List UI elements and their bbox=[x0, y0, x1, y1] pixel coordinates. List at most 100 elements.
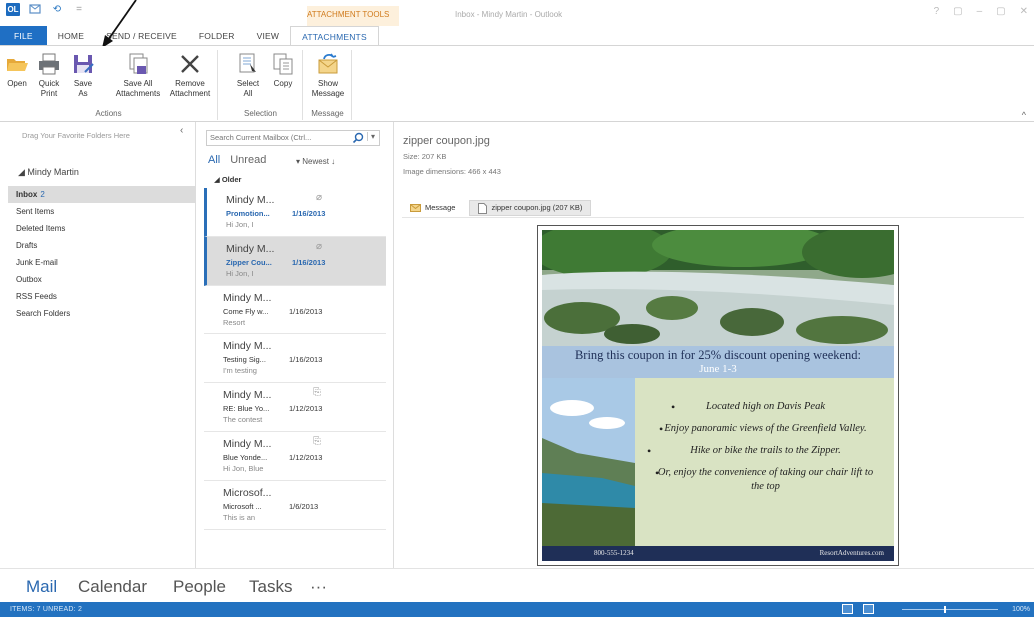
message-subject: Promotion... bbox=[226, 209, 270, 218]
nav-mail[interactable]: Mail bbox=[26, 577, 57, 597]
message-item[interactable]: Microsof... Microsoft ... 1/6/2013 This … bbox=[204, 481, 386, 530]
open-button[interactable]: Open bbox=[4, 50, 30, 89]
view-switcher bbox=[842, 604, 874, 614]
folder-drafts[interactable]: Drafts bbox=[8, 237, 196, 254]
send-receive-qat-icon[interactable] bbox=[28, 3, 42, 16]
navigation-bar: Mail Calendar People Tasks ··· bbox=[0, 568, 1034, 602]
zoom-slider[interactable] bbox=[902, 609, 998, 610]
message-sender: Mindy M... bbox=[223, 340, 272, 353]
message-preview: Resort bbox=[223, 317, 246, 327]
folder-search-folders[interactable]: Search Folders bbox=[8, 305, 196, 322]
tab-file[interactable]: FILE bbox=[0, 26, 47, 46]
nav-more-button[interactable]: ··· bbox=[310, 577, 327, 597]
message-preview: I'm testing bbox=[223, 366, 257, 376]
close-button[interactable]: ✕ bbox=[1020, 6, 1028, 17]
save-as-button[interactable]: Save As bbox=[68, 50, 98, 99]
filter-all[interactable]: All bbox=[208, 154, 220, 166]
normal-view-icon[interactable] bbox=[842, 604, 853, 614]
folder-inbox[interactable]: Inbox 2 bbox=[8, 186, 196, 203]
message-subject: Come Fly w... bbox=[223, 306, 269, 316]
folder-rss-feeds[interactable]: RSS Feeds bbox=[8, 288, 196, 305]
remove-attachment-button[interactable]: Remove Attachment bbox=[166, 50, 214, 99]
ribbon-display-button[interactable]: ▢ bbox=[953, 6, 962, 17]
message-item[interactable]: Mindy M... ⎘ Blue Yonde... 1/12/2013 Hi … bbox=[204, 432, 386, 481]
message-item-selected[interactable]: Mindy M... ⌀ Zipper Cou... 1/16/2013 Hi … bbox=[204, 236, 386, 286]
help-button[interactable]: ? bbox=[934, 6, 940, 17]
group-label-actions: Actions bbox=[95, 109, 122, 118]
filter-unread[interactable]: Unread bbox=[230, 154, 266, 166]
message-item[interactable]: Mindy M... ⎘ RE: Blue Yo... 1/12/2013 Th… bbox=[204, 383, 386, 432]
sort-newest[interactable]: ▾ Newest ↓ bbox=[296, 157, 335, 166]
folder-deleted-items[interactable]: Deleted Items bbox=[8, 220, 196, 237]
title-bar: OL ⟲ = ATTACHMENT TOOLS Inbox - Mindy Ma… bbox=[0, 0, 1034, 26]
lake-photo bbox=[542, 378, 635, 546]
feature-item: Located high on Davis Peak bbox=[653, 400, 878, 414]
attachment-filename: zipper coupon.jpg bbox=[403, 135, 490, 147]
river-photo bbox=[542, 230, 894, 346]
group-selection: Select All Copy Selection bbox=[219, 50, 303, 120]
select-all-button[interactable]: Select All bbox=[233, 50, 263, 99]
feature-item: Or, enjoy the convenience of taking our … bbox=[653, 466, 878, 494]
save-all-attachments-button[interactable]: Save All Attachments bbox=[114, 50, 162, 99]
customize-qat-icon[interactable]: = bbox=[72, 3, 86, 16]
minimize-button[interactable]: – bbox=[977, 6, 983, 17]
tab-home[interactable]: HOME bbox=[47, 26, 95, 46]
feature-item: Hike or bike the trails to the Zipper. bbox=[647, 444, 878, 458]
tab-view[interactable]: VIEW bbox=[246, 26, 291, 46]
search-box[interactable]: ▾ bbox=[206, 130, 380, 146]
back-to-message-button[interactable]: Message bbox=[402, 200, 463, 216]
message-item[interactable]: Mindy M... ⌀ Promotion... 1/16/2013 Hi J… bbox=[204, 188, 386, 237]
coupon-website: ResortAdventures.com bbox=[819, 549, 884, 557]
message-preview: The contest bbox=[223, 415, 263, 425]
attachment-chip[interactable]: zipper coupon.jpg (207 KB) bbox=[469, 200, 592, 216]
zoom-slider-thumb[interactable] bbox=[944, 606, 946, 613]
tab-attachments[interactable]: ATTACHMENTS bbox=[290, 26, 379, 46]
coupon-features: Located high on Davis Peak Enjoy panoram… bbox=[635, 378, 894, 546]
search-icon[interactable] bbox=[352, 132, 364, 144]
group-message: Show Message Message bbox=[304, 50, 352, 120]
message-items: Mindy M... ⌀ Promotion... 1/16/2013 Hi J… bbox=[204, 188, 386, 530]
folder-pane: Drag Your Favorite Folders Here ‹ ◢ Mind… bbox=[0, 122, 196, 568]
tab-folder[interactable]: FOLDER bbox=[188, 26, 246, 46]
message-date: 1/16/2013 bbox=[292, 209, 326, 218]
reading-view-icon[interactable] bbox=[863, 604, 874, 614]
search-input[interactable] bbox=[210, 133, 350, 142]
folder-outbox[interactable]: Outbox bbox=[8, 271, 196, 288]
message-item[interactable]: Mindy M... Testing Sig... 1/16/2013 I'm … bbox=[204, 334, 386, 384]
message-subject: Testing Sig... bbox=[223, 355, 266, 365]
unread-count: 2 bbox=[40, 190, 45, 199]
search-scope-dropdown-icon[interactable]: ▾ bbox=[367, 132, 375, 141]
folder-list: Inbox 2 Sent Items Deleted Items Drafts J… bbox=[8, 186, 196, 322]
message-preview: Hi Jon, I bbox=[226, 268, 254, 278]
copy-icon bbox=[273, 53, 293, 75]
zoom-level[interactable]: 100% bbox=[1012, 606, 1030, 613]
save-disk-icon bbox=[74, 55, 94, 73]
folder-sent-items[interactable]: Sent Items bbox=[8, 203, 196, 220]
collapse-ribbon-button[interactable]: ^ bbox=[1022, 110, 1026, 120]
undo-icon[interactable]: ⟲ bbox=[50, 3, 64, 16]
copy-button[interactable]: Copy bbox=[269, 50, 297, 89]
collapse-folder-pane-button[interactable]: ‹ bbox=[180, 125, 183, 136]
envelope-icon bbox=[410, 204, 421, 212]
restore-button[interactable]: ▢ bbox=[996, 6, 1005, 17]
attachment-dimensions: Image dimensions: 466 x 443 bbox=[403, 167, 501, 176]
message-date: 1/12/2013 bbox=[289, 452, 323, 462]
attachment-bar: Message zipper coupon.jpg (207 KB) bbox=[402, 200, 592, 216]
message-sender: Mindy M... bbox=[223, 437, 272, 450]
group-header-older[interactable]: ◢ Older bbox=[214, 175, 241, 184]
window-title: Inbox - Mindy Martin - Outlook bbox=[455, 10, 563, 19]
quick-print-button[interactable]: Quick Print bbox=[34, 50, 64, 99]
select-all-icon bbox=[239, 53, 256, 73]
nav-tasks[interactable]: Tasks bbox=[249, 577, 292, 597]
show-message-button[interactable]: Show Message bbox=[310, 50, 346, 99]
attachment-size: Size: 207 KB bbox=[403, 152, 447, 161]
paperclip-icon: ⌀ bbox=[316, 192, 323, 203]
tab-send-receive[interactable]: SEND / RECEIVE bbox=[95, 26, 188, 46]
account-node[interactable]: ◢ Mindy Martin bbox=[18, 167, 79, 178]
message-date: 1/16/2013 bbox=[289, 355, 323, 365]
nav-people[interactable]: People bbox=[173, 577, 226, 597]
nav-calendar[interactable]: Calendar bbox=[78, 577, 147, 597]
folder-junk-email[interactable]: Junk E-mail bbox=[8, 254, 196, 271]
message-item[interactable]: Mindy M... Come Fly w... 1/16/2013 Resor… bbox=[204, 286, 386, 335]
coupon-footer: 800-555-1234 ResortAdventures.com bbox=[542, 546, 894, 561]
